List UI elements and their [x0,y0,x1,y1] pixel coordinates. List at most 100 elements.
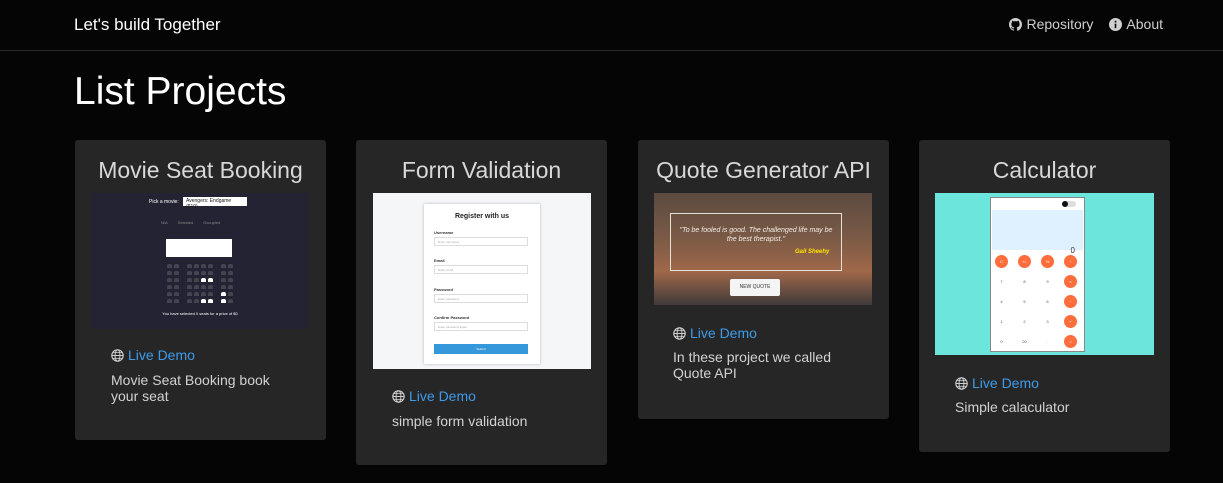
field-input: Enter password again [434,322,528,331]
globe-icon [673,326,686,340]
field-label: Email [434,258,445,263]
about-label: About [1126,16,1163,32]
display-value: 0 [1070,246,1075,255]
calculator-key: = [1064,335,1077,348]
seat [187,292,192,296]
register-panel: Register with us Username Enter username… [424,204,540,364]
calculator-key: 7 [1000,279,1003,284]
calculator-key: − [1064,295,1077,308]
live-demo-label: Live Demo [972,375,1039,391]
seat [208,264,213,268]
calculator-key: + [1064,315,1077,328]
seat [194,285,199,289]
seat [187,299,192,303]
calculator-key: +/- [1018,255,1031,268]
seat [201,299,206,303]
globe-icon [392,389,405,403]
seat [167,278,172,282]
project-description: In these project we called Quote API [673,349,831,381]
globe-icon [111,348,124,362]
calculator-key: . [1046,339,1049,344]
seat [221,292,226,296]
submit-button: Submit [434,344,528,354]
seat [187,278,192,282]
seat-legend: N/A Selected Occupied [161,220,220,225]
about-link[interactable]: About [1109,16,1163,32]
live-demo-link[interactable]: Live Demo [392,388,476,404]
field-label: Confirm Password [434,315,470,320]
seat [167,271,172,275]
project-description: Simple calaculator [955,399,1070,415]
seat [167,292,172,296]
field-input: Enter username [434,237,528,246]
live-demo-label: Live Demo [128,347,195,363]
seat [221,264,226,268]
card-title: Movie Seat Booking [98,157,303,183]
seat [187,285,192,289]
calculator-key: 3 [1046,319,1049,324]
calculator-key: 5 [1023,299,1026,304]
live-demo-link[interactable]: Live Demo [955,375,1039,391]
field-input: Enter password [434,294,528,303]
project-description: simple form validation [392,413,528,429]
register-heading: Register with us [454,213,510,220]
live-demo-link[interactable]: Live Demo [673,325,757,341]
live-demo-label: Live Demo [690,325,757,341]
calculator-key: 8 [1023,279,1026,284]
seat [201,271,206,275]
brand-link[interactable]: Let's build Together [74,15,221,35]
seat [228,299,233,303]
seat [221,271,226,275]
seat [194,264,199,268]
calculator-screenshot: 0 C +/-% ÷ 7 8 9 × 4 5 6−1 2 3 +0 00. = [935,193,1154,355]
calculator-key: 9 [1046,279,1049,284]
theme-toggle [1062,201,1076,207]
form-validation-screenshot: Register with us Username Enter username… [373,193,591,369]
navbar: Let's build Together Repository About [0,0,1223,51]
calculator-body: 0 C +/-% ÷ 7 8 9 × 4 5 6−1 2 3 +0 00. = [990,197,1085,352]
seat [174,271,179,275]
quote-generator-screenshot: "To be fooled is good. The challenged li… [654,193,872,305]
seat [187,271,192,275]
card-title: Calculator [992,157,1097,183]
quote-author: Gail Sheehy [795,249,830,255]
live-demo-label: Live Demo [409,388,476,404]
seat [228,264,233,268]
seat [228,271,233,275]
seat [194,278,199,282]
new-quote-button: NEW QUOTE [730,279,780,296]
seat [187,264,192,268]
calculator-key: % [1041,255,1054,268]
seat [221,285,226,289]
info-circle-icon [1109,17,1123,31]
project-card-form-validation: Form Validation Register with us Usernam… [356,140,607,465]
seat [194,292,199,296]
seat [174,285,179,289]
live-demo-link[interactable]: Live Demo [111,347,195,363]
seat [208,299,213,303]
calculator-key: × [1064,275,1077,288]
seat [228,292,233,296]
legend-occupied: Occupied [203,220,221,225]
seat [201,285,206,289]
field-label: Password [434,287,453,292]
calculator-display: 0 [992,210,1083,255]
seat [208,285,213,289]
calculator-key: C [995,255,1008,268]
field-input: Enter email [434,265,528,274]
quote-text: "To be fooled is good. The challenged li… [679,227,833,243]
nav-links: Repository About [1009,16,1163,32]
repository-link[interactable]: Repository [1009,16,1093,32]
seat [201,264,206,268]
seat [221,299,226,303]
page-title: List Projects [74,70,287,113]
legend-selected: Selected [177,220,194,225]
calculator-key: 6 [1046,299,1049,304]
repository-label: Repository [1026,16,1094,32]
card-title: Quote Generator API [656,157,871,183]
project-card-calculator: Calculator 0 C +/-% ÷ 7 8 9 × 4 5 6−1 2 3 +0 00. = Liv… [919,140,1170,452]
seat [201,292,206,296]
seat [228,278,233,282]
seat [167,285,172,289]
globe-icon [955,376,968,390]
